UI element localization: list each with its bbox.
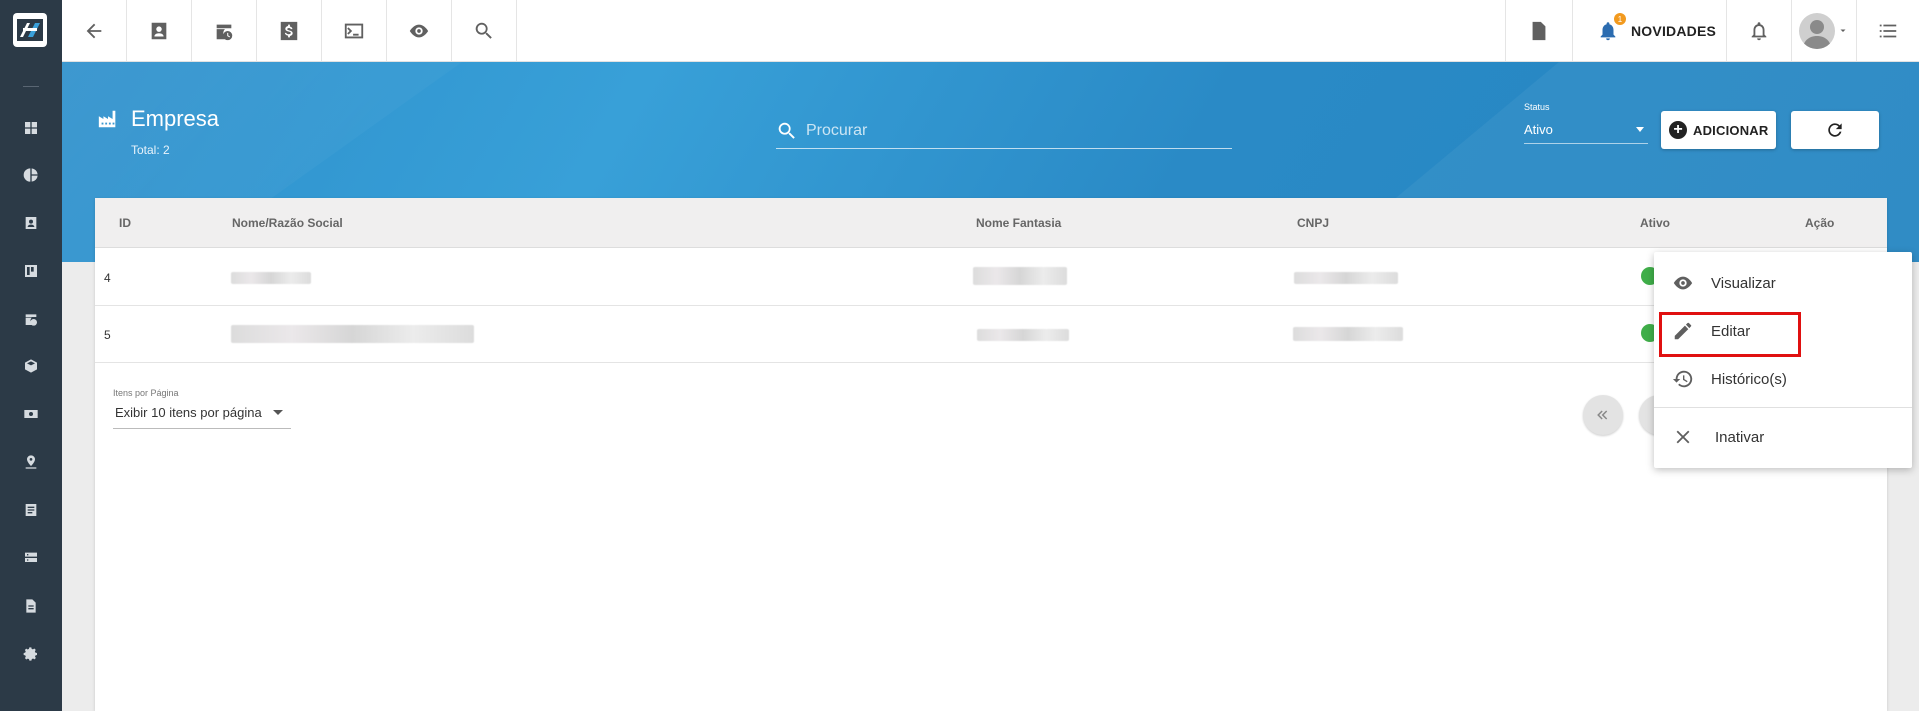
dollar-icon bbox=[280, 21, 298, 40]
bell-icon bbox=[1751, 21, 1767, 40]
total-count: Total: 2 bbox=[131, 143, 170, 157]
menu-item-label: Visualizar bbox=[1711, 274, 1776, 292]
history-icon bbox=[1672, 370, 1693, 388]
eye-icon bbox=[409, 24, 429, 37]
column-header-id[interactable]: ID bbox=[119, 216, 131, 230]
cell-id: 4 bbox=[104, 271, 111, 285]
board-icon[interactable] bbox=[22, 262, 40, 280]
search-field bbox=[776, 116, 1232, 149]
refresh-button[interactable] bbox=[1791, 111, 1879, 149]
pencil-icon bbox=[1674, 322, 1692, 340]
eye-icon bbox=[1673, 276, 1693, 290]
avatar bbox=[1799, 12, 1835, 49]
page-title: Empresa bbox=[131, 106, 220, 131]
table-row[interactable]: 5 bbox=[95, 306, 1887, 363]
caret-down-icon bbox=[273, 410, 283, 415]
caret-down-icon bbox=[1636, 127, 1644, 132]
terminal-icon bbox=[344, 23, 364, 38]
terminal-button[interactable] bbox=[322, 0, 387, 61]
per-page-select[interactable]: Exibir 10 itens por página bbox=[113, 403, 291, 429]
first-page-button[interactable] bbox=[1583, 395, 1623, 435]
column-header-ativo[interactable]: Ativo bbox=[1640, 216, 1670, 230]
notifications-button[interactable] bbox=[1726, 0, 1791, 61]
calendar-clock-icon bbox=[216, 24, 233, 40]
contact-card-icon[interactable] bbox=[22, 214, 40, 232]
menu-item-label: Histórico(s) bbox=[1711, 370, 1787, 388]
table-row[interactable]: 4 bbox=[95, 249, 1887, 306]
menu-item-historico[interactable]: Histórico(s) bbox=[1654, 356, 1912, 402]
per-page-label: Itens por Página bbox=[113, 388, 179, 398]
factory-icon bbox=[97, 108, 119, 130]
topbar: 1 NOVIDADES bbox=[62, 0, 1919, 62]
contact-card-icon bbox=[151, 22, 167, 39]
redacted-nome-fantasia bbox=[973, 267, 1067, 285]
money-icon[interactable] bbox=[22, 405, 40, 423]
file-icon[interactable] bbox=[22, 597, 40, 615]
status-filter-select[interactable]: Ativo bbox=[1524, 118, 1648, 144]
redacted-nome-fantasia bbox=[977, 329, 1069, 341]
list-icon bbox=[1879, 24, 1897, 37]
table-panel: ID Nome/Razão Social Nome Fantasia CNPJ … bbox=[95, 198, 1887, 711]
search-icon bbox=[475, 22, 492, 39]
redacted-cnpj bbox=[1293, 327, 1403, 341]
pie-chart-icon[interactable] bbox=[22, 166, 40, 184]
column-header-cnpj[interactable]: CNPJ bbox=[1297, 216, 1329, 230]
sidebar-divider bbox=[23, 86, 39, 87]
pdf-file-icon bbox=[1532, 21, 1546, 40]
status-filter-value: Ativo bbox=[1524, 122, 1553, 137]
search-input[interactable] bbox=[806, 116, 1226, 146]
column-header-nome-razao-social[interactable]: Nome/Razão Social bbox=[232, 216, 343, 230]
menu-item-inativar[interactable]: Inativar bbox=[1654, 414, 1912, 460]
package-icon[interactable] bbox=[22, 357, 40, 375]
contacts-button[interactable] bbox=[127, 0, 192, 61]
sidebar bbox=[0, 0, 62, 711]
gear-icon[interactable] bbox=[22, 645, 40, 663]
schedule-button[interactable] bbox=[192, 0, 257, 61]
column-header-nome-fantasia[interactable]: Nome Fantasia bbox=[976, 216, 1061, 230]
cell-id: 5 bbox=[104, 328, 111, 342]
redacted-razao-social bbox=[231, 272, 311, 284]
chevron-down-icon bbox=[1840, 29, 1846, 32]
user-menu-button[interactable] bbox=[1791, 0, 1856, 61]
add-button-label: ADICIONAR bbox=[1693, 122, 1769, 138]
close-icon bbox=[1676, 430, 1690, 444]
location-icon[interactable] bbox=[22, 453, 40, 471]
list-document-icon[interactable] bbox=[22, 501, 40, 519]
column-header-acao: Ação bbox=[1805, 216, 1835, 230]
redacted-razao-social bbox=[231, 325, 474, 343]
search-icon bbox=[778, 122, 795, 139]
refresh-icon bbox=[1828, 123, 1842, 137]
redacted-cnpj bbox=[1294, 272, 1398, 284]
menu-item-label: Editar bbox=[1711, 322, 1751, 340]
server-icon[interactable] bbox=[22, 549, 40, 567]
double-chevron-left-icon bbox=[1597, 410, 1608, 420]
status-filter-label: Status bbox=[1524, 102, 1550, 112]
arrow-left-icon bbox=[86, 23, 102, 38]
table-header: ID Nome/Razão Social Nome Fantasia CNPJ … bbox=[95, 198, 1887, 248]
novidades-label: NOVIDADES bbox=[1631, 22, 1717, 39]
menu-item-label: Inativar bbox=[1715, 428, 1765, 446]
view-button[interactable] bbox=[387, 0, 452, 61]
add-button[interactable]: + ADICIONAR bbox=[1661, 111, 1776, 149]
calendar-clock-icon[interactable] bbox=[22, 310, 40, 328]
pdf-button[interactable] bbox=[1505, 0, 1572, 61]
per-page-value: Exibir 10 itens por página bbox=[115, 405, 262, 420]
novidades-button[interactable]: 1 NOVIDADES bbox=[1572, 0, 1726, 61]
finance-button[interactable] bbox=[257, 0, 322, 61]
plus-circle-icon: + bbox=[1669, 121, 1687, 139]
menu-divider bbox=[1654, 407, 1912, 408]
dashboard-icon[interactable] bbox=[22, 119, 40, 137]
menu-item-editar[interactable]: Editar bbox=[1654, 308, 1912, 354]
app-logo[interactable] bbox=[13, 13, 47, 47]
menu-item-visualizar[interactable]: Visualizar bbox=[1654, 260, 1912, 306]
row-action-menu: Visualizar Editar Histórico(s) Inativar bbox=[1654, 252, 1912, 468]
back-button[interactable] bbox=[62, 0, 127, 61]
menu-list-button[interactable] bbox=[1856, 0, 1919, 61]
notification-badge: 1 bbox=[1614, 13, 1626, 25]
search-button[interactable] bbox=[452, 0, 517, 61]
